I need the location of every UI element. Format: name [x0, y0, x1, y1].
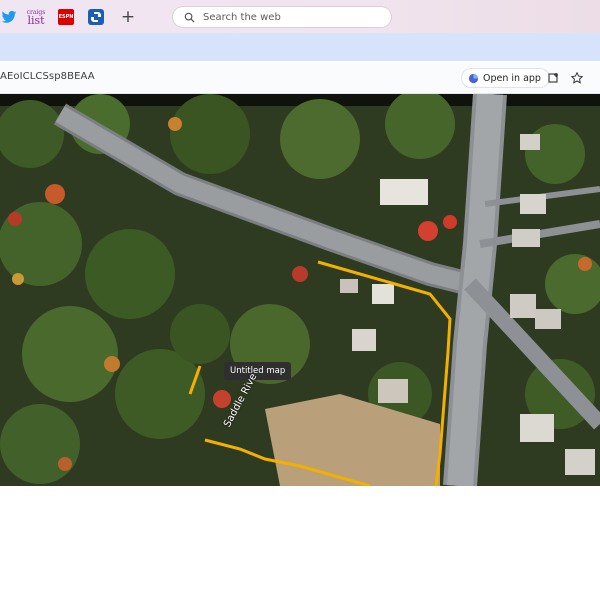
page-blank-area — [0, 486, 600, 600]
search-icon — [184, 12, 195, 23]
open-in-app-button[interactable]: Open in app — [462, 69, 549, 87]
craigslist-bookmark[interactable]: craigs list — [24, 6, 48, 28]
maps-app-icon — [468, 73, 479, 83]
chase-icon — [88, 9, 104, 25]
bookmarks-bar — [0, 33, 600, 61]
satellite-map[interactable]: Untitled map Saddle Rive — [0, 94, 600, 486]
plus-icon: + — [120, 7, 136, 27]
add-to-screen-icon[interactable] — [548, 72, 560, 84]
address-bar: AEoICLCSsp8BEAA Open in app — [0, 63, 600, 94]
espn-icon: ESPN — [58, 9, 74, 25]
open-in-app-label: Open in app — [483, 72, 541, 84]
chase-bookmark[interactable] — [87, 6, 105, 28]
search-box[interactable]: Search the web — [172, 6, 392, 28]
map-imagery[interactable] — [0, 94, 600, 486]
new-tab-button[interactable]: + — [119, 6, 137, 28]
espn-bookmark[interactable]: ESPN — [57, 6, 75, 28]
craigslist-icon-text: list — [27, 14, 45, 27]
search-placeholder: Search the web — [203, 11, 281, 23]
url-text[interactable]: AEoICLCSsp8BEAA — [0, 71, 95, 82]
twitter-bookmark[interactable] — [0, 6, 18, 28]
twitter-icon — [1, 10, 17, 23]
browser-tab-bar: craigs list ESPN + Search the web — [0, 0, 600, 33]
favorite-star-icon[interactable] — [571, 72, 583, 84]
